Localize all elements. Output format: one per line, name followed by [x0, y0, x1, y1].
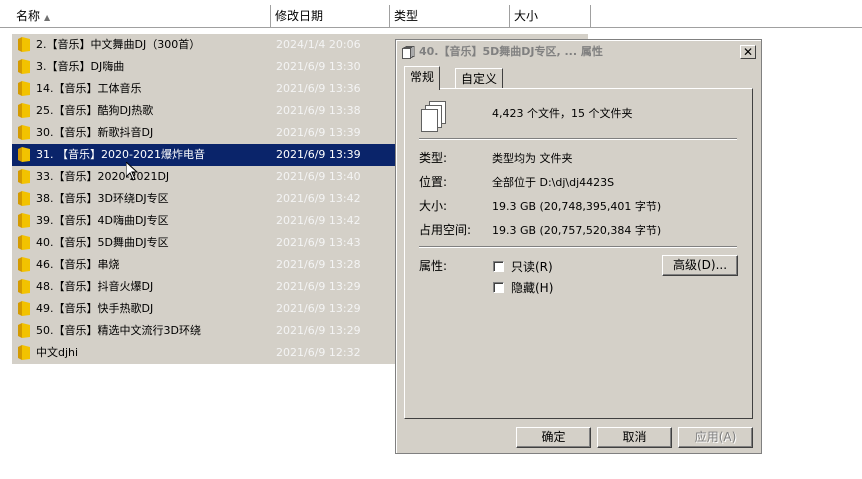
- folder-icon: [18, 213, 30, 228]
- attributes-label: 属性:: [419, 259, 448, 273]
- file-modified-date: 2021/6/9 13:39: [276, 148, 361, 161]
- column-modified-label: 修改日期: [275, 9, 324, 23]
- size-on-disk-label: 占用空间:: [419, 223, 472, 237]
- size-value: 19.3 GB (20,748,395,401 字节): [492, 200, 662, 213]
- folder-icon: [18, 323, 30, 338]
- mouse-cursor-icon: [126, 162, 138, 181]
- folder-icon: [18, 257, 30, 272]
- folder-icon: [18, 279, 30, 294]
- dialog-title: 40.【音乐】5D舞曲DJ专区, ... 属性: [419, 45, 603, 58]
- dialog-titlebar[interactable]: 40.【音乐】5D舞曲DJ专区, ... 属性 ✕: [399, 43, 758, 61]
- file-name: 14.【音乐】工体音乐: [36, 82, 142, 95]
- apply-button-label: 应用(A): [694, 430, 737, 444]
- close-button[interactable]: ✕: [740, 45, 756, 59]
- tab-general-label: 常规: [410, 70, 435, 84]
- size-label: 大小:: [419, 199, 448, 213]
- column-type-header[interactable]: 类型: [390, 5, 510, 27]
- folder-icon: [18, 147, 30, 162]
- file-modified-date: 2021/6/9 13:42: [276, 214, 361, 227]
- tab-custom-label: 自定义: [461, 72, 498, 86]
- file-name: 33.【音乐】2020-2021DJ: [36, 170, 170, 183]
- divider: [419, 138, 737, 140]
- folder-icon: [18, 81, 30, 96]
- properties-dialog: 40.【音乐】5D舞曲DJ专区, ... 属性 ✕ 常规 自定义 4,423 个…: [395, 39, 762, 454]
- cancel-button[interactable]: 取消: [597, 427, 672, 448]
- apply-button[interactable]: 应用(A): [678, 427, 753, 448]
- file-name: 39.【音乐】4D嗨曲DJ专区: [36, 214, 169, 227]
- column-name-label: 名称: [16, 9, 41, 23]
- folder-icon: [18, 301, 30, 316]
- file-modified-date: 2024/1/4 20:06: [276, 38, 361, 51]
- sort-ascending-icon: ▲: [44, 13, 51, 22]
- column-name-header[interactable]: 名称 ▲: [12, 5, 271, 27]
- type-value: 类型均为 文件夹: [492, 152, 573, 165]
- tab-custom[interactable]: 自定义: [455, 68, 504, 88]
- file-name: 2.【音乐】中文舞曲DJ（300首）: [36, 38, 201, 51]
- folder-icon: [18, 37, 30, 52]
- size-on-disk-value: 19.3 GB (20,757,520,384 字节): [492, 224, 662, 237]
- advanced-button-label: 高级(D)...: [672, 258, 728, 272]
- divider: [419, 246, 737, 248]
- file-modified-date: 2021/6/9 13:28: [276, 258, 361, 271]
- readonly-checkbox[interactable]: [493, 261, 504, 272]
- file-modified-date: 2021/6/9 13:40: [276, 170, 361, 183]
- folder-icon: [18, 59, 30, 74]
- file-modified-date: 2021/6/9 13:42: [276, 192, 361, 205]
- file-modified-date: 2021/6/9 13:43: [276, 236, 361, 249]
- multiple-files-large-icon: [421, 101, 446, 132]
- general-panel: 4,423 个文件，15 个文件夹 类型: 类型均为 文件夹 位置: 全部位于 …: [404, 88, 753, 419]
- file-name: 40.【音乐】5D舞曲DJ专区: [36, 236, 169, 249]
- multiple-files-icon: [402, 46, 415, 59]
- column-type-label: 类型: [394, 9, 419, 23]
- file-name: 48.【音乐】抖音火爆DJ: [36, 280, 154, 293]
- column-modified-header[interactable]: 修改日期: [271, 5, 390, 27]
- file-modified-date: 2021/6/9 13:39: [276, 126, 361, 139]
- file-modified-date: 2021/6/9 12:32: [276, 346, 361, 359]
- column-size-header[interactable]: 大小: [510, 5, 591, 27]
- file-name: 25.【音乐】酷狗DJ热歌: [36, 104, 154, 117]
- file-name: 31. 【音乐】2020-2021爆炸电音: [36, 148, 205, 161]
- file-modified-date: 2021/6/9 13:36: [276, 82, 361, 95]
- folder-icon: [18, 345, 30, 360]
- column-size-label: 大小: [514, 9, 539, 23]
- readonly-label: 只读(R): [511, 260, 553, 274]
- close-icon: ✕: [742, 45, 754, 59]
- ok-button[interactable]: 确定: [516, 427, 591, 448]
- folder-icon: [18, 235, 30, 250]
- location-label: 位置:: [419, 175, 448, 189]
- file-name: 中文djhi: [36, 346, 79, 359]
- file-modified-date: 2021/6/9 13:38: [276, 104, 361, 117]
- file-name: 49.【音乐】快手热歌DJ: [36, 302, 154, 315]
- type-label: 类型:: [419, 151, 448, 165]
- file-modified-date: 2021/6/9 13:29: [276, 324, 361, 337]
- folder-icon: [18, 103, 30, 118]
- location-value: 全部位于 D:\dj\dj4423S: [492, 176, 615, 189]
- summary-text: 4,423 个文件，15 个文件夹: [492, 107, 633, 120]
- folder-icon: [18, 169, 30, 184]
- cancel-button-label: 取消: [622, 430, 647, 444]
- file-modified-date: 2021/6/9 13:29: [276, 302, 361, 315]
- file-modified-date: 2021/6/9 13:30: [276, 60, 361, 73]
- advanced-button[interactable]: 高级(D)...: [662, 255, 738, 276]
- hidden-label: 隐藏(H): [511, 281, 554, 295]
- file-name: 50.【音乐】精选中文流行3D环绕: [36, 324, 201, 337]
- file-name: 30.【音乐】新歌抖音DJ: [36, 126, 154, 139]
- tab-general[interactable]: 常规: [404, 66, 441, 90]
- file-name: 3.【音乐】DJ嗨曲: [36, 60, 125, 73]
- folder-icon: [18, 125, 30, 140]
- file-name: 38.【音乐】3D环绕DJ专区: [36, 192, 169, 205]
- column-header: 名称 ▲ 修改日期 类型 大小: [0, 5, 862, 28]
- hidden-checkbox[interactable]: [493, 282, 504, 293]
- folder-icon: [18, 191, 30, 206]
- file-modified-date: 2021/6/9 13:29: [276, 280, 361, 293]
- ok-button-label: 确定: [541, 430, 566, 444]
- file-name: 46.【音乐】串烧: [36, 258, 120, 271]
